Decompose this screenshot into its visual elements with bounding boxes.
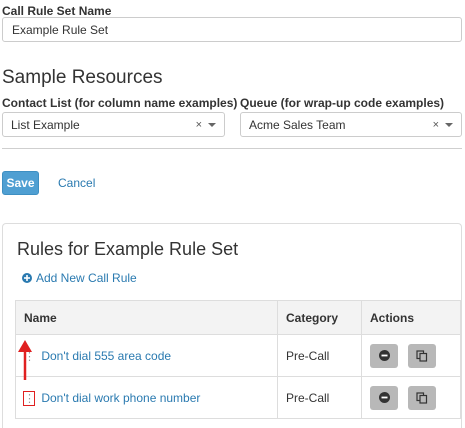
add-call-rule-label: Add New Call Rule — [36, 271, 137, 285]
rules-table-wrapper: Name Category Actions ⋮ Don't dial 555 a… — [15, 300, 461, 419]
rule-name-link[interactable]: Don't dial 555 area code — [41, 349, 171, 363]
red-arrow-annotation — [18, 340, 32, 380]
queue-clear-icon[interactable]: × — [433, 119, 439, 131]
rule-name-link[interactable]: Don't dial work phone number — [41, 391, 200, 405]
drag-handle-icon[interactable]: ⋮ — [23, 390, 35, 406]
copy-icon — [416, 391, 428, 404]
divider — [2, 148, 462, 149]
copy-rule-button[interactable] — [408, 343, 437, 368]
chevron-down-icon[interactable] — [445, 122, 453, 127]
rule-set-name-value: Example Rule Set — [12, 22, 109, 37]
contact-list-label: Contact List (for column name examples) — [2, 96, 238, 110]
remove-rule-button[interactable] — [370, 343, 398, 368]
add-call-rule-link[interactable]: Add New Call Rule — [22, 271, 137, 285]
column-header-name: Name — [15, 300, 278, 335]
rule-category-cell: Pre-Call — [277, 376, 362, 419]
contact-list-value: List Example — [11, 117, 80, 132]
rules-heading: Rules for Example Rule Set — [17, 239, 239, 259]
column-header-actions: Actions — [361, 300, 461, 335]
queue-label: Queue (for wrap-up code examples) — [240, 96, 445, 110]
copy-icon — [416, 349, 428, 362]
rule-actions-cell — [361, 334, 461, 377]
rules-panel: Rules for Example Rule Set Add New Call … — [2, 223, 462, 428]
chevron-down-icon[interactable] — [208, 122, 216, 127]
rule-actions-cell — [362, 377, 461, 419]
cancel-link[interactable]: Cancel — [58, 176, 95, 190]
rule-set-name-label: Call Rule Set Name — [2, 4, 112, 18]
remove-icon — [378, 350, 390, 361]
rules-table: Name Category Actions ⋮ Don't dial 555 a… — [15, 300, 461, 419]
table-row: ⋮ Don't dial work phone number Pre-Call — [15, 376, 461, 419]
table-header-row: Name Category Actions — [15, 300, 461, 335]
rule-set-name-input[interactable]: Example Rule Set — [2, 17, 462, 42]
column-header-category: Category — [277, 300, 362, 335]
queue-value: Acme Sales Team — [249, 117, 346, 132]
contact-list-select[interactable]: List Example × — [2, 112, 225, 137]
add-circle-icon — [22, 273, 32, 283]
sample-resources-heading: Sample Resources — [2, 67, 163, 88]
rule-name-cell: ⋮ Don't dial work phone number — [15, 376, 278, 419]
remove-icon — [378, 392, 390, 403]
save-button[interactable]: Save — [2, 171, 39, 195]
contact-list-clear-icon[interactable]: × — [196, 119, 202, 131]
remove-rule-button[interactable] — [370, 385, 398, 410]
queue-select[interactable]: Acme Sales Team × — [240, 112, 462, 137]
rule-name-cell: ⋮ Don't dial 555 area code — [15, 334, 278, 377]
rule-category-cell: Pre-Call — [277, 334, 362, 377]
copy-rule-button[interactable] — [408, 385, 437, 410]
table-row: ⋮ Don't dial 555 area code Pre-Call — [15, 334, 461, 377]
